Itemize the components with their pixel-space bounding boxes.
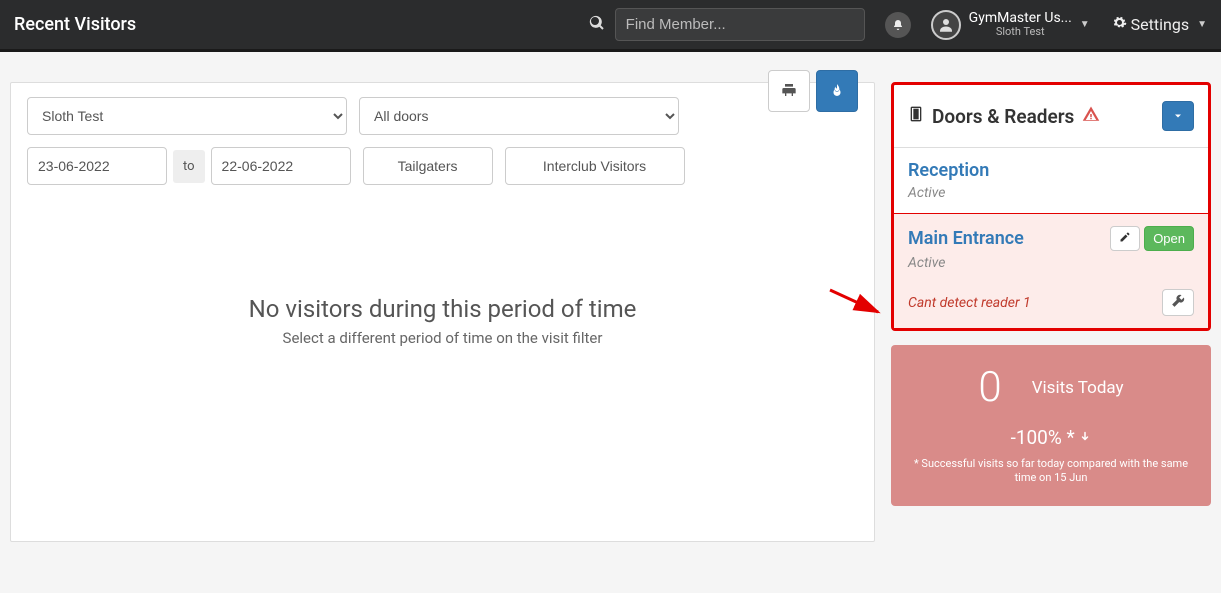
doors-panel-title: Doors & Readers bbox=[932, 105, 1074, 128]
chevron-down-icon: ▼ bbox=[1197, 19, 1207, 30]
user-subtitle: Sloth Test bbox=[969, 26, 1072, 38]
door-icon bbox=[908, 105, 924, 128]
fire-icon bbox=[830, 82, 844, 101]
empty-title: No visitors during this period of time bbox=[27, 295, 858, 323]
wrench-icon bbox=[1171, 296, 1185, 311]
door-name: Reception bbox=[908, 160, 1194, 181]
door-name: Main Entrance bbox=[908, 228, 1024, 249]
page-title: Recent Visitors bbox=[14, 14, 136, 35]
top-bar: Recent Visitors GymMaster Us... Sloth Te… bbox=[0, 0, 1221, 52]
door-error-message: Cant detect reader 1 bbox=[908, 295, 1031, 311]
visits-percent: -100% * bbox=[1011, 426, 1075, 449]
visits-count: 0 bbox=[978, 363, 1001, 412]
collapse-button[interactable] bbox=[1162, 101, 1194, 131]
door-status: Active bbox=[908, 255, 1194, 271]
interclub-visitors-button[interactable]: Interclub Visitors bbox=[505, 147, 685, 185]
to-label: to bbox=[173, 150, 205, 183]
warning-icon bbox=[1082, 105, 1100, 128]
date-from-input[interactable] bbox=[27, 147, 167, 185]
settings-label: Settings bbox=[1131, 15, 1189, 34]
empty-state: No visitors during this period of time S… bbox=[27, 295, 858, 347]
gear-icon bbox=[1112, 15, 1127, 34]
door-item-main-entrance[interactable]: Main Entrance Open Active Cant detect re… bbox=[894, 214, 1208, 328]
edit-door-button[interactable] bbox=[1110, 226, 1140, 251]
tailgaters-button[interactable]: Tailgaters bbox=[363, 147, 493, 185]
door-status: Active bbox=[908, 185, 1194, 201]
empty-subtitle: Select a different period of time on the… bbox=[27, 329, 858, 347]
visits-today-panel: 0 Visits Today -100% * * Successful visi… bbox=[891, 345, 1211, 506]
user-menu[interactable]: GymMaster Us... Sloth Test ▼ bbox=[931, 10, 1090, 40]
chevron-down-icon bbox=[1172, 107, 1184, 126]
arrow-down-icon bbox=[1079, 426, 1091, 449]
user-name: GymMaster Us... bbox=[969, 11, 1072, 26]
doors-readers-panel: Doors & Readers Reception Active Main bbox=[891, 82, 1211, 331]
fire-button[interactable] bbox=[816, 70, 858, 112]
notifications-bell-icon[interactable] bbox=[885, 12, 911, 38]
visits-label: Visits Today bbox=[1032, 378, 1124, 398]
doors-select[interactable]: All doors bbox=[359, 97, 679, 135]
chevron-down-icon: ▼ bbox=[1080, 19, 1090, 30]
location-select[interactable]: Sloth Test bbox=[27, 97, 347, 135]
avatar-icon bbox=[931, 10, 961, 40]
door-item-reception[interactable]: Reception Active bbox=[894, 148, 1208, 214]
visits-note: * Successful visits so far today compare… bbox=[905, 457, 1197, 486]
print-button[interactable] bbox=[768, 70, 810, 112]
find-member-input[interactable] bbox=[615, 8, 865, 41]
visitors-panel: Sloth Test All doors bbox=[10, 82, 875, 542]
search-icon[interactable] bbox=[589, 15, 605, 35]
settings-menu[interactable]: Settings ▼ bbox=[1112, 15, 1207, 34]
fix-door-button[interactable] bbox=[1162, 289, 1194, 316]
print-icon bbox=[781, 82, 797, 101]
pencil-icon bbox=[1119, 231, 1131, 246]
open-door-button[interactable]: Open bbox=[1144, 226, 1194, 251]
date-to-input[interactable] bbox=[211, 147, 351, 185]
